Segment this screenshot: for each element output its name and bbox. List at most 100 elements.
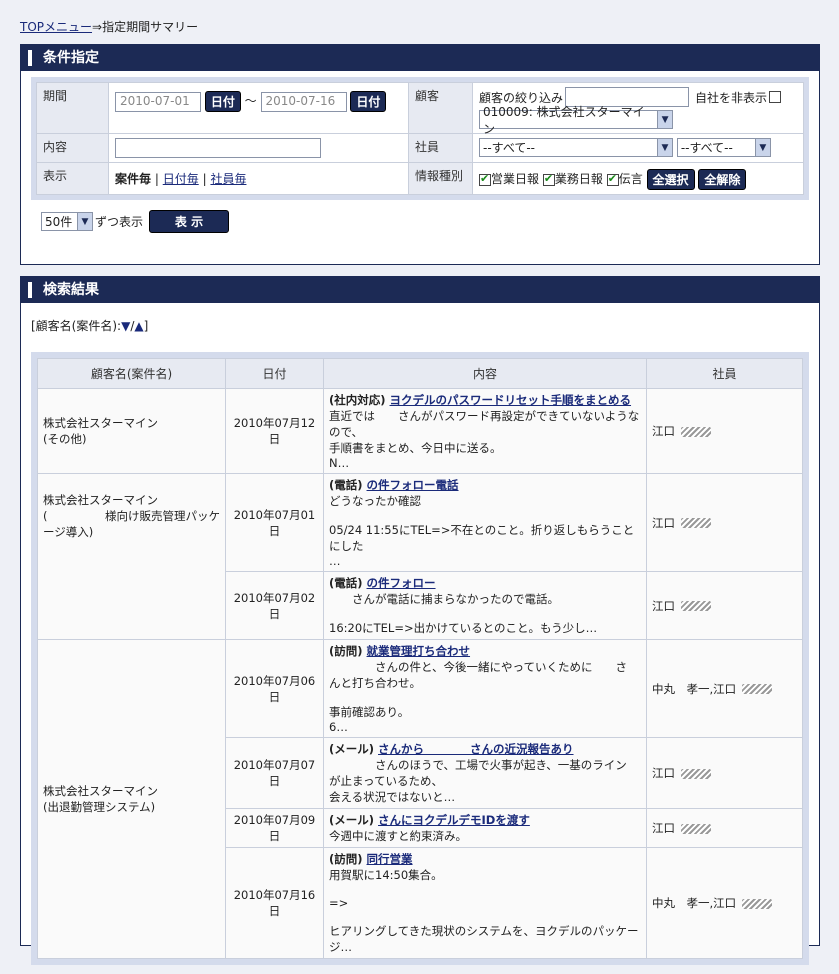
redacted-name — [681, 768, 711, 779]
tilde: ～ — [244, 94, 257, 108]
display-sep: | — [202, 172, 207, 186]
select-all-button[interactable]: 全選択 — [646, 169, 695, 190]
info-type-sales-label: 営業日報 — [491, 172, 540, 186]
info-type-checkbox-sales[interactable] — [479, 172, 491, 186]
content-line: 05/24 11:55にTEL=>不在とのこと。折り返しもらうことにした — [329, 523, 635, 553]
employee-cell: 江口 — [646, 737, 803, 809]
content-title: (メール) さんから さんの近況報告あり — [329, 741, 641, 757]
content-title-link[interactable]: 就業管理打ち合わせ — [367, 644, 471, 658]
content-title-link[interactable]: の件フォロー電話 — [367, 478, 459, 492]
employee-name: 江口 — [652, 766, 675, 780]
content-tag: (メール) — [329, 813, 375, 827]
redacted-name — [742, 898, 773, 909]
chevron-down-icon: ▼ — [657, 111, 672, 128]
sort-label: [顧客名(案件名): — [31, 319, 122, 333]
content-tag: (電話) — [329, 478, 363, 492]
info-type-label: 情報種別 — [408, 162, 473, 195]
customer-cell: 株式会社スターマイン (その他) — [37, 388, 226, 474]
per-page-suffix: ずつ表示 — [95, 215, 144, 229]
date-cell: 2010年07月06日 — [225, 639, 324, 738]
content-line: ので、 — [329, 425, 364, 439]
content-cell: (電話) の件フォロー さんが電話に捕まらなかったので電話。 16:20にTEL=… — [323, 571, 647, 640]
employee-cell: 江口 — [646, 388, 803, 474]
content-cell: (メール) さんにヨクデルデモIDを渡す今週中に渡すと約束済み。 — [323, 808, 647, 848]
table-row: 株式会社スターマイン (その他) 2010年07月12日 (社内対応) ヨクデルのパス… — [37, 388, 803, 474]
content-line: んと打ち合わせ。 — [329, 676, 421, 690]
date-to-input[interactable]: 2010-07-16 — [260, 91, 347, 112]
content-line: 16:20にTEL=>出かけているとのこと。もう少し… — [329, 621, 598, 635]
results-panel-title: 検索結果 — [43, 282, 99, 298]
content-title-link[interactable]: さんにヨクデルデモIDを渡す — [378, 813, 530, 827]
content-line: 6… — [329, 720, 348, 734]
content-line: 直近では さんがパスワード再設定ができていないような — [329, 409, 640, 423]
breadcrumb-current: 指定期間サマリー — [102, 20, 199, 34]
customer-name: 株式会社スターマイン — [43, 784, 158, 798]
display-label: 表示 — [36, 162, 109, 195]
content-title-link[interactable]: 同行営業 — [367, 852, 413, 866]
info-type-checkbox-work[interactable] — [542, 172, 555, 186]
employee-name: 江口 — [652, 598, 675, 613]
employee-select-1[interactable]: --すべて-- ▼ — [479, 138, 673, 157]
date-to-button[interactable]: 日付 — [350, 91, 387, 112]
col-employee: 社員 — [646, 358, 803, 389]
condition-panel: 条件指定 期間 2010-07-01 日付 ～ 2010-07-16 日付 顧客… — [20, 44, 820, 265]
hide-own-label: 自社を非表示 — [695, 90, 768, 105]
content-input[interactable] — [115, 138, 321, 158]
employee-name: 中丸 孝一,江口 — [652, 681, 737, 696]
per-page-select[interactable]: 50件 ▼ — [41, 212, 93, 231]
clear-all-button[interactable]: 全解除 — [698, 169, 747, 190]
redacted-name — [681, 823, 711, 834]
project-name: (その他) — [43, 432, 87, 446]
content-line: … — [329, 554, 341, 568]
project-name: (出退勤管理システム) — [43, 800, 156, 814]
content-line: 手順書をまとめ、今日中に送る。 — [329, 441, 502, 455]
employee-cell: 中丸 孝一,江口 — [646, 639, 803, 738]
content-cell: (訪問) 同行営業 用賀駅に14:50集合。 => ヒアリングしてきた現状のシステムを… — [323, 847, 647, 959]
redacted-name — [681, 426, 711, 437]
info-type-checkbox-message[interactable] — [606, 172, 619, 186]
employee-select-1-value: --すべて-- — [483, 141, 536, 155]
date-from-button[interactable]: 日付 — [204, 91, 241, 112]
content-title-link[interactable]: ヨクデルのパスワードリセット手順をまとめる — [390, 393, 632, 407]
content-title-link[interactable]: の件フォロー — [367, 576, 436, 590]
show-button[interactable]: 表 示 — [149, 210, 230, 233]
sort-asc-link[interactable]: ▲ — [134, 319, 143, 333]
display-by-employee-link[interactable]: 社員毎 — [210, 172, 246, 186]
content-line: どうなったか確認 — [329, 494, 421, 508]
date-from-input[interactable]: 2010-07-01 — [115, 91, 201, 112]
content-line: 今週中に渡すと約束済み。 — [329, 829, 467, 843]
content-line: ヒアリングしてきた現状のシステムを、ヨクデルのパッケー — [329, 924, 639, 938]
content-line: 事前確認あり。 — [329, 705, 410, 719]
content-line — [329, 883, 641, 896]
info-type-work-label: 業務日報 — [554, 172, 603, 186]
chevron-down-icon: ▼ — [657, 139, 672, 156]
display-by-date-link[interactable]: 日付毎 — [163, 172, 199, 186]
hide-own-checkbox[interactable] — [769, 91, 782, 103]
sort-desc-link[interactable]: ▼ — [121, 319, 130, 333]
customer-select[interactable]: 010009: 株式会社スターマイン ▼ — [479, 105, 673, 136]
content-tag: (訪問) — [329, 852, 363, 866]
employee-select-2[interactable]: --すべて-- ▼ — [676, 138, 771, 157]
content-title: (訪問) 同行営業 — [329, 851, 641, 867]
content-line — [329, 691, 641, 704]
content-cell: (電話) の件フォロー電話どうなったか確認 05/24 11:55にTEL=>不在… — [323, 473, 647, 572]
sort-control: [顧客名(案件名):▼/▲] — [31, 317, 819, 334]
content-title-link[interactable]: さんから さんの近況報告あり — [378, 742, 574, 756]
condition-panel-header: 条件指定 — [21, 45, 819, 71]
date-cell: 2010年07月16日 — [225, 847, 324, 959]
chevron-down-icon: ▼ — [77, 213, 92, 230]
display-sep: | — [154, 172, 159, 186]
customer-label: 顧客 — [408, 82, 473, 134]
employee-name: 江口 — [652, 515, 675, 530]
content-tag: (メール) — [329, 742, 375, 756]
table-row: 株式会社スターマイン( 様向け販売管理パッケージ導入) 2010年07月01日 (電… — [37, 473, 803, 640]
content-tag: (電話) — [329, 576, 363, 590]
date-cell: 2010年07月07日 — [225, 737, 324, 809]
breadcrumb: TOPメニュー⇒指定期間サマリー — [20, 18, 198, 35]
content-line — [329, 607, 641, 620]
employee-cell: 中丸 孝一,江口 — [646, 847, 803, 959]
date-cell: 2010年07月01日 — [225, 473, 324, 572]
breadcrumb-top-link[interactable]: TOPメニュー — [20, 20, 92, 34]
col-content: 内容 — [323, 358, 647, 389]
date-cell: 2010年07月02日 — [225, 571, 324, 640]
